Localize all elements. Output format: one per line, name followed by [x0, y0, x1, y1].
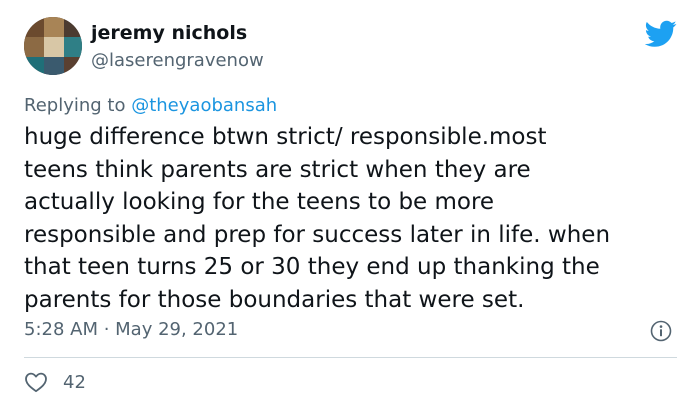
reply-mention-link[interactable]: @theyaobansah [131, 95, 277, 116]
tweet-card: jeremy nichols @laserengravenow Replying… [0, 0, 700, 411]
tweet-text-line: actually looking for the teens to be mor… [24, 189, 495, 215]
divider [24, 357, 677, 358]
twitter-bird-icon[interactable] [645, 20, 677, 48]
author-handle[interactable]: @laserengravenow [91, 50, 264, 71]
tweet-text-line: responsible and prep for success later i… [24, 221, 611, 248]
author-display-name[interactable]: jeremy nichols [91, 22, 247, 44]
replying-to-label: Replying to [24, 95, 126, 116]
tweet-text-line: parents for those boundaries that were s… [24, 286, 525, 313]
tweet-text-line: teens think parents are strict when they… [24, 156, 531, 183]
tweet-timestamp[interactable]: 5:28 AM · May 29, 2021 [24, 319, 238, 340]
avatar[interactable] [24, 17, 82, 75]
tweet-text: huge difference btwn strict/ responsible… [24, 121, 684, 316]
replying-to-line: Replying to @theyaobansah [24, 95, 277, 116]
tweet-text-line: huge difference btwn strict/ responsible… [24, 124, 547, 150]
like-count: 42 [63, 372, 86, 393]
tweet-text-line: that teen turns 25 or 30 they end up tha… [24, 254, 600, 280]
info-icon[interactable] [650, 320, 672, 342]
heart-icon[interactable] [24, 371, 48, 393]
